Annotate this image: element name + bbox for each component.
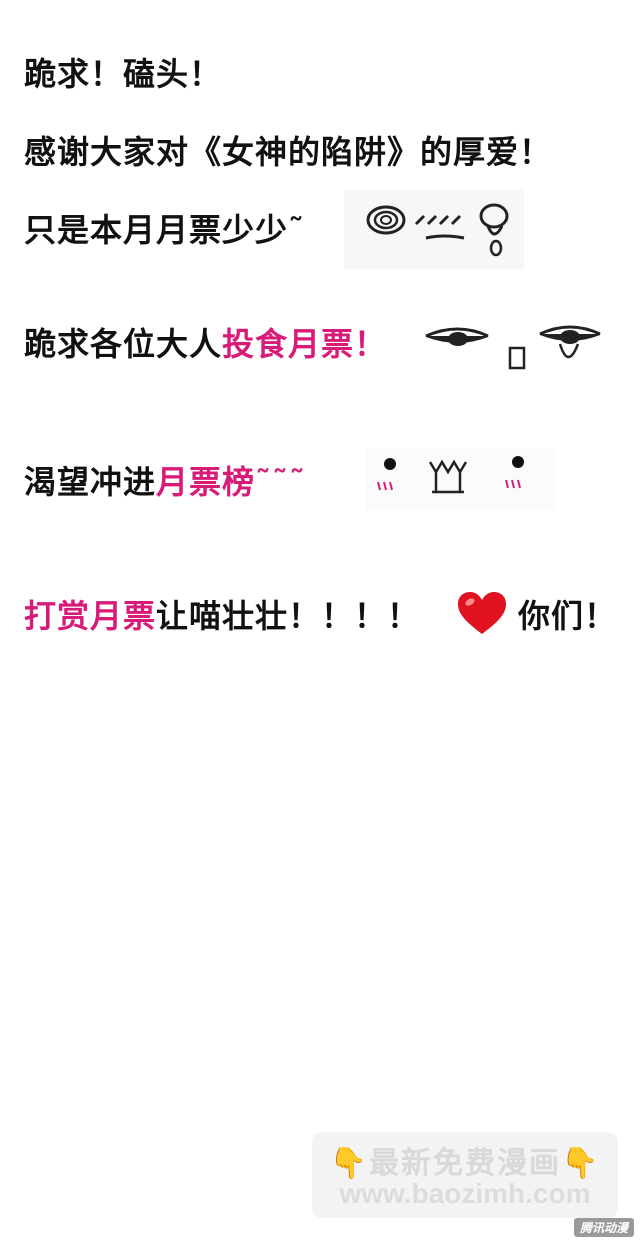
watermark-title: 👇最新免费漫画👇 [312, 1138, 618, 1182]
line-6-text-a: 打赏月票 [24, 597, 157, 635]
blushing-face-emoticon [366, 448, 556, 510]
line-thanks: 感谢大家对《女神的陷阱》的厚爱！ [24, 132, 552, 172]
line-4-text-b: 投食月票！ [222, 325, 388, 363]
line-you-all: 你们！ [518, 596, 617, 636]
corner-logo: 腾讯动漫 [573, 1218, 634, 1237]
line-beg-tickets: 跪求各位大人投食月票！ [24, 324, 387, 364]
line-1-text: 跪求！磕头！ [24, 55, 223, 93]
pointing-down-icon: 👇 [329, 1146, 369, 1181]
line-6-text-b: 让喵壮壮！！！！ [156, 597, 421, 635]
line-5-text-c: ˜˜˜ [255, 463, 307, 501]
line-kneel-kowtow: 跪求！磕头！ [24, 54, 222, 94]
line-3-text: 只是本月月票少少˜ [24, 211, 306, 249]
site-watermark: 👇最新免费漫画👇 www.baozimh.com [312, 1132, 618, 1218]
line-5-text-a: 渴望冲进 [24, 463, 157, 501]
line-4-text-a: 跪求各位大人 [24, 325, 223, 363]
line-5-text-b: 月票榜 [156, 463, 256, 501]
watermark-url: www.baozimh.com [339, 1178, 591, 1209]
tongue-out-face-emoticon [418, 310, 618, 386]
line-tip-tickets: 打赏月票让喵壮壮！！！！ [24, 596, 420, 636]
line-few-tickets: 只是本月月票少少˜ [24, 210, 305, 250]
watermark-title-text: 最新免费漫画 [369, 1146, 561, 1181]
crying-face-emoticon [344, 190, 524, 270]
heart-icon [456, 590, 508, 636]
line-6-text-c: 你们！ [518, 597, 618, 635]
pointing-down-icon: 👇 [561, 1146, 601, 1181]
line-ranking: 渴望冲进月票榜˜˜˜ [24, 462, 306, 502]
line-2-text: 感谢大家对《女神的陷阱》的厚爱！ [24, 133, 553, 171]
